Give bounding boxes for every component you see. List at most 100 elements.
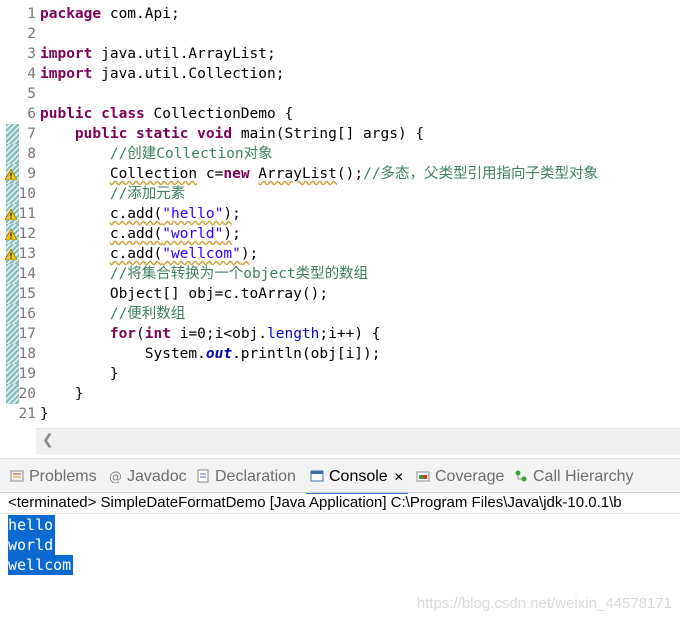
code-token: ( (136, 326, 145, 342)
line-number: 8 (27, 146, 36, 162)
code-token: //多态，父类型引用指向子类型对象 (363, 166, 599, 182)
code-line[interactable]: 4 import java.util.Collection; (0, 64, 680, 84)
code-token: void (197, 126, 233, 142)
code-line[interactable]: 19 } (0, 364, 680, 384)
code-token: out (205, 346, 233, 362)
code-token: int (144, 326, 171, 342)
line-number: 16 (18, 306, 36, 322)
line-number: 21 (18, 406, 36, 422)
code-line[interactable]: 7 public static void main(String[] args)… (0, 124, 680, 144)
scroll-left-icon[interactable]: ❮ (42, 432, 54, 448)
line-number: 19 (18, 366, 36, 382)
code-token: main(String[] args) { (232, 126, 425, 142)
code-line[interactable]: 20 } (0, 384, 680, 404)
code-text: package com.Api; (40, 4, 180, 24)
code-token: ;i++) { (319, 326, 381, 342)
code-text: Collection c=new ArrayList();//多态，父类型引用指… (40, 164, 598, 184)
code-line[interactable]: 21} (0, 404, 680, 424)
code-token: import (40, 46, 93, 62)
code-token: length (267, 326, 320, 342)
javadoc-icon: @ (109, 470, 122, 483)
line-number: 6 (27, 106, 36, 122)
code-line[interactable]: 17 for(int i=0;i<obj.length;i++) { (0, 324, 680, 344)
code-line[interactable]: 15 Object[] obj=c.toArray(); (0, 284, 680, 304)
code-token: //添加元素 (109, 186, 186, 202)
line-number: 10 (18, 186, 36, 202)
code-line[interactable]: 3 import java.util.ArrayList; (0, 44, 680, 64)
code-token: public (40, 106, 93, 122)
code-text: public static void main(String[] args) { (40, 124, 424, 144)
code-line[interactable]: 13 c.add("wellcom"); (0, 244, 680, 264)
code-line[interactable]: 12 c.add("world"); (0, 224, 680, 244)
horizontal-scrollbar[interactable]: ❮ (36, 428, 680, 455)
code-text: public class CollectionDemo { (40, 104, 293, 124)
code-line[interactable]: 16 //便利数组 (0, 304, 680, 324)
code-token: c.add("hello") (109, 206, 233, 222)
code-line[interactable]: 8 //创建Collection对象 (0, 144, 680, 164)
code-text: for(int i=0;i<obj.length;i++) { (40, 324, 381, 344)
tab-label: Problems (29, 468, 97, 485)
console-icon (310, 470, 324, 482)
console-output-line[interactable]: hello (8, 515, 56, 535)
code-text: } (40, 384, 84, 404)
code-line[interactable]: 18 System.out.println(obj[i]); (0, 344, 680, 364)
tab-javadoc[interactable]: @ Javadoc (108, 466, 187, 488)
problems-icon (10, 470, 24, 482)
line-number: 5 (27, 86, 36, 102)
tab-label: Console (329, 468, 388, 485)
console-output-line[interactable]: world (8, 535, 56, 555)
code-token: ; (249, 246, 259, 262)
line-number: 20 (18, 386, 36, 402)
code-line[interactable]: 14 //将集合转换为一个object类型的数组 (0, 264, 680, 284)
code-token: i=0;i<obj. (170, 326, 268, 342)
line-number: 1 (27, 6, 36, 22)
line-number: 2 (27, 26, 36, 42)
tab-console[interactable]: Console ✕ (306, 466, 408, 494)
tab-declaration[interactable]: Declaration (196, 466, 296, 488)
code-text: } (40, 404, 49, 424)
code-line[interactable]: 6 public class CollectionDemo { (0, 104, 680, 124)
code-text: //便利数组 (40, 304, 185, 324)
console-output-line[interactable]: wellcom (8, 555, 74, 575)
code-token: } (40, 406, 49, 422)
code-token: for (109, 326, 137, 342)
code-token: java.util.Collection; (92, 66, 285, 82)
line-number: 18 (18, 346, 36, 362)
code-editor[interactable]: 1 package com.Api; 2 3 import java.util.Arra… (0, 0, 680, 426)
code-text: Object[] obj=c.toArray(); (40, 284, 328, 304)
tab-call-hierarchy[interactable]: Call Hierarchy (514, 466, 633, 488)
tab-coverage[interactable]: Coverage (416, 466, 504, 488)
code-line[interactable]: 5 (0, 84, 680, 104)
code-line[interactable]: 11 c.add("hello"); (0, 204, 680, 224)
code-token: //便利数组 (109, 306, 186, 322)
line-number: 17 (18, 326, 36, 342)
line-number: 7 (27, 126, 36, 142)
close-icon[interactable]: ✕ (394, 470, 404, 484)
code-line[interactable]: 10 //添加元素 (0, 184, 680, 204)
code-text: //添加元素 (40, 184, 185, 204)
code-line[interactable]: 2 (0, 24, 680, 44)
tab-problems[interactable]: Problems (10, 466, 97, 488)
code-token: ArrayList (258, 166, 337, 182)
code-text: c.add("wellcom"); (40, 244, 258, 264)
code-line[interactable]: 9 Collection c=new ArrayList();//多态，父类型引… (0, 164, 680, 184)
line-number: 12 (18, 226, 36, 242)
line-number: 14 (18, 266, 36, 282)
call-hierarchy-icon (515, 470, 527, 482)
line-number: 4 (27, 66, 36, 82)
line-number: 13 (18, 246, 36, 262)
code-text: //将集合转换为一个object类型的数组 (40, 264, 368, 284)
code-token: new (223, 166, 250, 182)
code-line[interactable]: 1 package com.Api; (0, 4, 680, 24)
code-token: class (101, 106, 145, 122)
code-token: } (40, 386, 84, 402)
declaration-icon (197, 469, 209, 483)
